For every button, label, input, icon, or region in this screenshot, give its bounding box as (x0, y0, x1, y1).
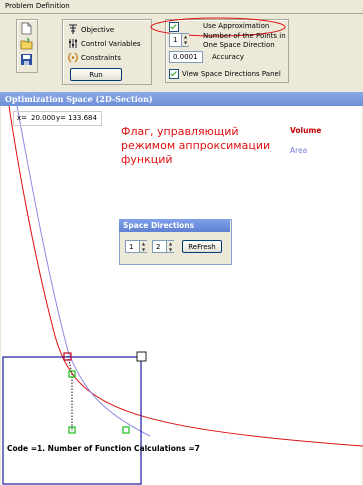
view-space-directions-label: View Space Directions Panel (182, 70, 281, 78)
save-disk-icon[interactable] (20, 53, 33, 66)
direction-2-spinner[interactable]: ▲ ▼ (166, 241, 174, 252)
space-directions-title: Space Directions (123, 221, 195, 230)
calc-point-marker (122, 426, 130, 434)
legend-volume: Volume (290, 126, 322, 135)
control-variables-icon (69, 39, 77, 48)
optimization-space-title: Optimization Space (2D-Section) (5, 94, 153, 104)
trajectory-line (67, 355, 73, 431)
option-objective[interactable]: Objective (81, 26, 114, 34)
annotation-line-3: функций (121, 153, 173, 166)
open-folder-icon[interactable] (20, 37, 33, 50)
x-label: x= (17, 114, 28, 122)
run-button[interactable]: Run (70, 68, 122, 81)
view-space-directions-checkbox[interactable] (169, 69, 179, 79)
direction-1-spinner[interactable]: ▲ ▼ (139, 241, 147, 252)
annotation-line-1: Флаг, управляющий (121, 125, 239, 138)
points-label-line1: Number of the Points in (203, 32, 286, 40)
selection-rectangle (2, 356, 142, 485)
status-text: Code =1. Number of Function Calculations… (7, 444, 200, 453)
problem-definition-title: Problem Definition (5, 2, 70, 10)
legend-area: Area (290, 146, 308, 155)
annotation-note: Флаг, управляющий режимом аппроксимации … (121, 125, 281, 167)
new-document-icon[interactable] (20, 22, 33, 35)
points-label-line2: One Space Direction (203, 41, 275, 49)
header-divider (0, 13, 363, 14)
annotation-line-2: режимом аппроксимации (121, 139, 271, 152)
y-value: 133.684 (68, 114, 97, 122)
accuracy-label: Accuracy (212, 53, 244, 61)
accuracy-input[interactable]: 0.0001 (169, 51, 203, 63)
corner-handle (136, 351, 147, 362)
option-constraints[interactable]: Constraints (81, 54, 121, 62)
points-spinner[interactable]: ▲ ▼ (181, 34, 189, 46)
x-value: 20.000 (31, 114, 56, 122)
y-label: y= (56, 114, 67, 122)
refresh-button[interactable]: ReFresh (182, 240, 222, 253)
constraints-icon (68, 52, 78, 63)
option-control-variables[interactable]: Control Variables (81, 40, 141, 48)
objective-icon (69, 24, 77, 34)
